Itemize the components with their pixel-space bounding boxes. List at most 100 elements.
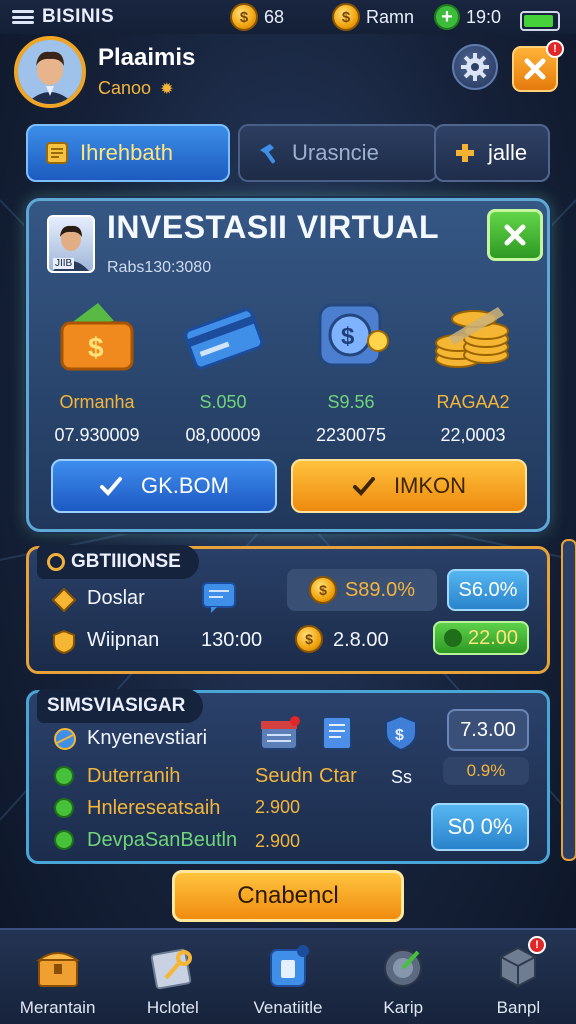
- phone-icon: [270, 945, 309, 987]
- currency-coins-value: 68: [264, 6, 285, 27]
- tab-label: Ihrehbath: [80, 140, 173, 165]
- target-icon: [384, 949, 423, 987]
- invest-item-label: Ormanha: [59, 392, 135, 412]
- check-icon: [99, 477, 122, 496]
- section-stats-header: GBTIIIONSE: [37, 545, 199, 579]
- panel-avatar-label: JIIB: [53, 258, 75, 269]
- player-subtitle: Canoo ✹: [98, 78, 173, 99]
- invest-item-label: S9.56: [327, 392, 375, 412]
- globe-icon: [54, 728, 76, 750]
- coin-icon: $: [230, 3, 258, 31]
- row-amount: 2.900: [255, 797, 301, 817]
- column-label: Seudn: [255, 765, 313, 787]
- panel-title: INVESTASII VIRTUAL: [107, 209, 439, 245]
- dot-icon: [443, 629, 462, 647]
- close-icon: [524, 58, 546, 80]
- column-label: Ctar: [319, 765, 357, 787]
- nav-item-karip[interactable]: Karip: [346, 930, 461, 1024]
- percent-action-button[interactable]: S0 0%: [431, 803, 529, 851]
- cancel-button-label: Cnabencl: [237, 882, 339, 909]
- invest-item-label: RAGAA2: [436, 392, 510, 412]
- shield-coin-icon: [53, 629, 75, 655]
- invest-item-coin-gear[interactable]: $ S9.56 2230075: [291, 297, 411, 446]
- svg-text:$: $: [341, 323, 355, 350]
- nav-item-venatiitle[interactable]: Venatiitle: [230, 930, 345, 1024]
- hammer-icon: [260, 144, 276, 164]
- row-name: DevpaSanBeutln: [87, 829, 238, 851]
- coin-stack-icon: [435, 307, 509, 368]
- invest-item-wallet[interactable]: $ Ormanha 07.930009: [37, 297, 157, 446]
- notification-badge: !: [528, 936, 547, 954]
- document-icon: [322, 716, 352, 750]
- credit-card-icon: [184, 308, 264, 370]
- nav-label: Banpl: [496, 998, 541, 1017]
- nav-item-merantain[interactable]: Merantain: [0, 930, 115, 1024]
- nav-label: Karip: [383, 998, 424, 1017]
- menu-icon[interactable]: [12, 10, 34, 24]
- clock-time: 19:0: [466, 6, 502, 27]
- invest-item-value: 22,0003: [440, 425, 506, 445]
- svg-text:$: $: [88, 332, 104, 363]
- invest-item-coin-stack[interactable]: RAGAA2 22,0003: [413, 297, 533, 446]
- nav-label: Hclotel: [146, 998, 199, 1017]
- percent-pill: 0.9%: [443, 757, 529, 785]
- currency-cash: $ Ramn: [332, 3, 414, 31]
- section-stats-label: GBTIIIONSE: [71, 551, 181, 572]
- invest-item-card[interactable]: S.050 08,00009: [163, 297, 283, 446]
- panel-subtitle: Rabs130:3080: [107, 259, 212, 276]
- bottom-nav: Merantain Hclotel Venatiitle Karip ! Ban…: [0, 928, 576, 1024]
- row-name: Knyenevstiari: [87, 727, 208, 749]
- nav-item-banpl[interactable]: ! Banpl: [461, 930, 576, 1024]
- notification-badge: !: [546, 40, 564, 58]
- badge-percent-2-value: S6.0%: [458, 578, 518, 601]
- coin-icon: $: [332, 3, 360, 31]
- panel-avatar: JIIB: [47, 215, 95, 273]
- green-coin-icon: [54, 798, 74, 818]
- player-avatar[interactable]: [14, 36, 86, 108]
- ok-button[interactable]: GK.BOM: [51, 459, 277, 513]
- svg-text:$: $: [395, 727, 404, 744]
- green-coin-icon: [54, 766, 74, 786]
- invest-item-label: S.050: [199, 392, 247, 412]
- battery-icon: [520, 11, 560, 31]
- ledger-icon: [46, 142, 68, 164]
- percent-pill-text: 0.9%: [466, 761, 506, 780]
- value-pill[interactable]: 7.3.00: [447, 709, 529, 751]
- badge-percent-1-value: S89.0%: [344, 578, 416, 601]
- invest-item-value: 2230075: [315, 425, 387, 445]
- section-simulation-label: SIMSVIASIGAR: [47, 695, 186, 716]
- add-currency-button[interactable]: +: [434, 4, 460, 30]
- confirm-button[interactable]: IMKON: [291, 459, 527, 513]
- badge-percent-2[interactable]: S6.0%: [447, 569, 529, 611]
- gear-small-icon: ✹: [160, 81, 174, 98]
- badge-green-value: 22.00: [467, 626, 519, 649]
- column-label: Ss: [391, 767, 413, 787]
- row-name: Wiipnan: [87, 629, 160, 651]
- tab-ihrehbath[interactable]: Ihrehbath: [26, 124, 230, 182]
- investment-panel: JIIB INVESTASII VIRTUAL Rabs130:3080 $ O…: [26, 198, 550, 532]
- green-coin-icon: [54, 830, 74, 850]
- row-amount: 2.900: [255, 831, 301, 851]
- nav-item-hclotel[interactable]: Hclotel: [115, 930, 230, 1024]
- add-currency: + 19:0: [434, 3, 501, 31]
- row-amount: 2.8.00: [333, 629, 389, 651]
- settings-button[interactable]: [452, 44, 498, 90]
- cancel-button[interactable]: Cnabencl: [172, 870, 404, 922]
- puzzle-icon: [456, 144, 474, 162]
- calendar-icon: [260, 716, 300, 750]
- badge-green[interactable]: 22.00: [433, 621, 529, 655]
- coin-icon: $: [308, 576, 337, 604]
- check-icon: [352, 477, 375, 496]
- tab-urasncie[interactable]: Urasncie: [238, 124, 438, 182]
- gear-icon: [461, 53, 489, 81]
- wallet-icon: $: [60, 303, 134, 371]
- tab-jalle[interactable]: jalle: [434, 124, 550, 182]
- section-simulation: SIMSVIASIGAR Knyenevstiari Duterranih Hn…: [26, 689, 550, 864]
- app-title: BISINIS: [42, 6, 115, 27]
- panel-close-button[interactable]: [487, 209, 543, 261]
- row-name: Duterranih: [87, 765, 181, 787]
- close-menu-button[interactable]: !: [512, 40, 564, 92]
- treasure-chest-icon: [35, 952, 80, 987]
- avatar-portrait-icon: [18, 40, 82, 104]
- tab-label: jalle: [488, 140, 528, 165]
